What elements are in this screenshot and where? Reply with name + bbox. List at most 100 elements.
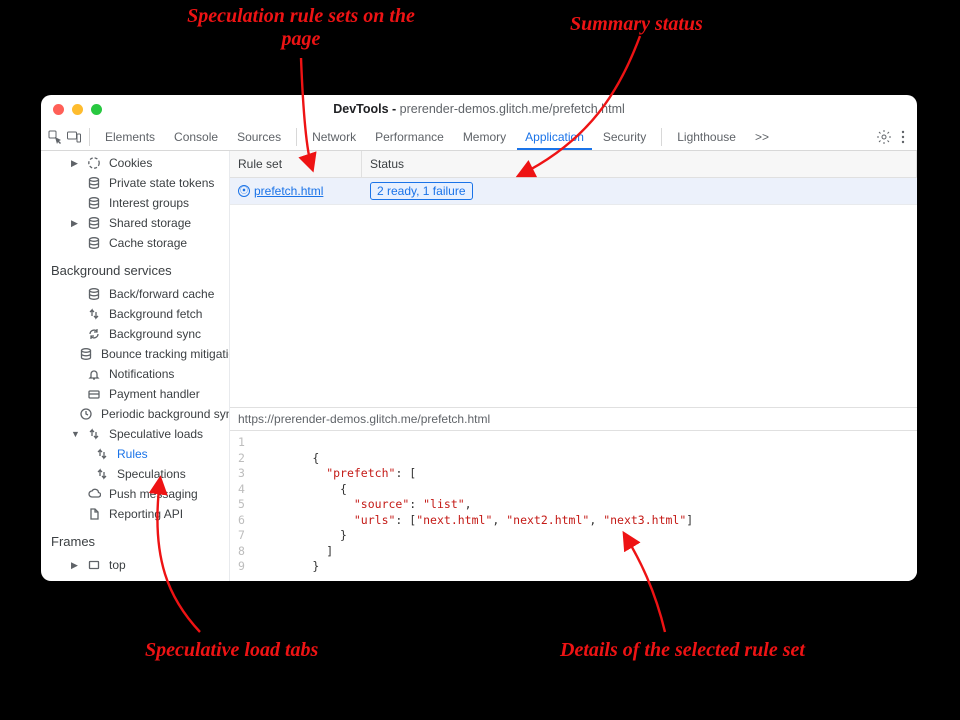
file-icon bbox=[87, 507, 101, 521]
card-icon bbox=[87, 387, 101, 401]
db-icon bbox=[87, 216, 101, 230]
sidebar-item-cache-storage[interactable]: Cache storage bbox=[41, 233, 229, 253]
sidebar-item-background-sync[interactable]: Background sync bbox=[41, 324, 229, 344]
sidebar-item-speculations[interactable]: Speculations bbox=[41, 464, 229, 484]
tab-memory[interactable]: Memory bbox=[455, 124, 514, 150]
zoom-icon[interactable] bbox=[91, 104, 102, 115]
tabs-overflow[interactable]: >> bbox=[747, 124, 777, 150]
sidebar-item-private-state-tokens[interactable]: Private state tokens bbox=[41, 173, 229, 193]
tab-lighthouse[interactable]: Lighthouse bbox=[669, 124, 744, 150]
devtools-window: DevTools - prerender-demos.glitch.me/pre… bbox=[41, 95, 917, 581]
close-icon[interactable] bbox=[53, 104, 64, 115]
sidebar-item-payment-handler[interactable]: Payment handler bbox=[41, 384, 229, 404]
bell-icon bbox=[87, 367, 101, 381]
sidebar-item-label: Payment handler bbox=[109, 387, 200, 401]
tab-elements[interactable]: Elements bbox=[97, 124, 163, 150]
inspect-icon[interactable] bbox=[47, 129, 63, 145]
annotation-rule-sets: Speculation rule sets on the page bbox=[171, 5, 431, 51]
ruleset-table-row[interactable]: ⦿ prefetch.html 2 ready, 1 failure bbox=[230, 178, 917, 205]
sidebar-item-label: Speculative loads bbox=[109, 427, 203, 441]
db-icon bbox=[87, 236, 101, 250]
disclosure-arrow-icon: ▶ bbox=[71, 560, 79, 571]
sidebar-item-cookies[interactable]: ▶ Cookies bbox=[41, 153, 229, 173]
sidebar-item-label: Bounce tracking mitigations bbox=[101, 347, 230, 361]
sidebar-item-label: Notifications bbox=[109, 367, 174, 381]
kebab-menu-icon[interactable] bbox=[895, 129, 911, 145]
tab-security[interactable]: Security bbox=[595, 124, 654, 150]
sidebar-item-back/forward-cache[interactable]: Back/forward cache bbox=[41, 284, 229, 304]
updown-icon bbox=[95, 447, 109, 461]
sidebar-item-label: Periodic background sync bbox=[101, 407, 230, 421]
devtools-toolbar: Elements Console Sources Network Perform… bbox=[41, 123, 917, 151]
tab-console[interactable]: Console bbox=[166, 124, 226, 150]
ruleset-source-code: 1 2 3 4 5 6 7 8 9 { "prefetch": [ { "sou… bbox=[230, 431, 917, 581]
sidebar-item-notifications[interactable]: Notifications bbox=[41, 364, 229, 384]
sidebar-item-top[interactable]: ▶ top bbox=[41, 555, 229, 575]
minimize-icon[interactable] bbox=[72, 104, 83, 115]
target-icon: ⦿ bbox=[238, 185, 250, 197]
application-sidebar: ▶ Cookies Private state tokens Interest gro… bbox=[41, 151, 230, 581]
updown-icon bbox=[95, 467, 109, 481]
sidebar-section-frames: Frames bbox=[41, 524, 229, 555]
sidebar-item-interest-groups[interactable]: Interest groups bbox=[41, 193, 229, 213]
sidebar-item-label: Background sync bbox=[109, 327, 201, 341]
ruleset-header-status[interactable]: Status bbox=[362, 151, 917, 177]
window-titlebar: DevTools - prerender-demos.glitch.me/pre… bbox=[41, 95, 917, 123]
sidebar-item-label: top bbox=[109, 558, 126, 572]
sidebar-item-label: Back/forward cache bbox=[109, 287, 214, 301]
tab-application[interactable]: Application bbox=[517, 124, 592, 150]
ruleset-table-header: Rule set Status bbox=[230, 151, 917, 178]
tab-network[interactable]: Network bbox=[304, 124, 364, 150]
db-icon bbox=[79, 347, 93, 361]
ruleset-source-url: https://prerender-demos.glitch.me/prefet… bbox=[230, 407, 917, 431]
sidebar-item-speculative-loads[interactable]: ▼ Speculative loads bbox=[41, 424, 229, 444]
updown-icon bbox=[87, 307, 101, 321]
frame-icon bbox=[87, 558, 101, 572]
annotation-summary-status: Summary status bbox=[570, 13, 703, 36]
cookie-icon bbox=[87, 156, 101, 170]
cloud-icon bbox=[87, 487, 101, 501]
sidebar-item-reporting-api[interactable]: Reporting API bbox=[41, 504, 229, 524]
traffic-lights bbox=[53, 104, 102, 115]
sidebar-section-background-services: Background services bbox=[41, 253, 229, 284]
disclosure-arrow-icon: ▶ bbox=[71, 218, 79, 229]
tab-sources[interactable]: Sources bbox=[229, 124, 289, 150]
ruleset-table-empty-area bbox=[230, 205, 917, 407]
annotation-rule-set-details: Details of the selected rule set bbox=[560, 639, 805, 662]
ruleset-header-rule[interactable]: Rule set bbox=[230, 151, 362, 177]
sidebar-item-label: Interest groups bbox=[109, 196, 189, 210]
sync-icon bbox=[87, 327, 101, 341]
sidebar-item-label: Private state tokens bbox=[109, 176, 214, 190]
sidebar-item-label: Cache storage bbox=[109, 236, 187, 250]
db-icon bbox=[87, 176, 101, 190]
sidebar-item-label: Speculations bbox=[117, 467, 186, 481]
sidebar-item-periodic-background-sync[interactable]: Periodic background sync bbox=[41, 404, 229, 424]
sidebar-item-shared-storage[interactable]: ▶ Shared storage bbox=[41, 213, 229, 233]
sidebar-item-label: Push messaging bbox=[109, 487, 198, 501]
annotation-speculative-load-tabs: Speculative load tabs bbox=[145, 639, 318, 662]
sidebar-item-label: Reporting API bbox=[109, 507, 183, 521]
sidebar-item-push-messaging[interactable]: Push messaging bbox=[41, 484, 229, 504]
code-line-gutter: 1 2 3 4 5 6 7 8 9 bbox=[230, 435, 257, 575]
updown-icon bbox=[87, 427, 101, 441]
sidebar-item-label: Cookies bbox=[109, 156, 152, 170]
disclosure-arrow-icon: ▼ bbox=[71, 429, 79, 439]
disclosure-arrow-icon: ▶ bbox=[71, 158, 79, 169]
window-title: DevTools - prerender-demos.glitch.me/pre… bbox=[333, 102, 625, 116]
tab-performance[interactable]: Performance bbox=[367, 124, 452, 150]
code-content[interactable]: { "prefetch": [ { "source": "list", "url… bbox=[257, 435, 693, 575]
ruleset-status-pill[interactable]: 2 ready, 1 failure bbox=[370, 182, 473, 200]
db-icon bbox=[87, 287, 101, 301]
settings-icon[interactable] bbox=[876, 129, 892, 145]
clock-icon bbox=[79, 407, 93, 421]
sidebar-item-rules[interactable]: Rules bbox=[41, 444, 229, 464]
sidebar-item-label: Rules bbox=[117, 447, 148, 461]
ruleset-name-link[interactable]: prefetch.html bbox=[254, 184, 323, 198]
main-panel: Rule set Status ⦿ prefetch.html 2 ready,… bbox=[230, 151, 917, 581]
sidebar-item-label: Shared storage bbox=[109, 216, 191, 230]
sidebar-item-label: Background fetch bbox=[109, 307, 202, 321]
device-toggle-icon[interactable] bbox=[66, 129, 82, 145]
db-icon bbox=[87, 196, 101, 210]
sidebar-item-background-fetch[interactable]: Background fetch bbox=[41, 304, 229, 324]
sidebar-item-bounce-tracking-mitigations[interactable]: Bounce tracking mitigations bbox=[41, 344, 229, 364]
